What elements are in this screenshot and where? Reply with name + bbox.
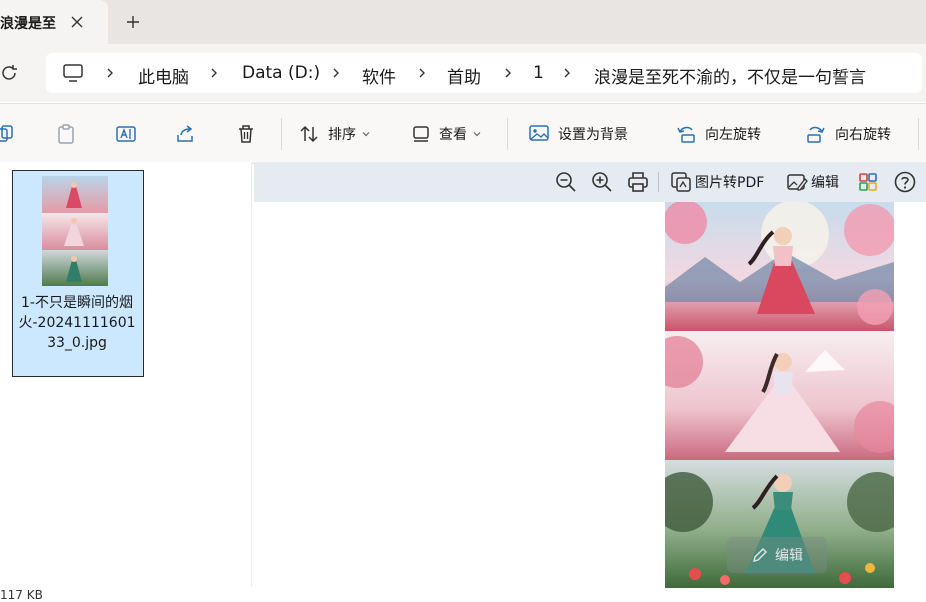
print-icon [628,172,648,192]
trash-icon [239,124,253,143]
chevron-right-icon[interactable] [104,67,116,79]
rotate-left-label: 向左旋转 [705,126,761,143]
chevron-right-icon[interactable] [502,67,514,79]
paste-icon [58,123,74,144]
rotate-right-label: 向右旋转 [835,126,891,143]
view-label: 查看 [439,126,467,143]
pdf-icon [671,172,691,192]
refresh-icon[interactable] [0,63,20,83]
apps-button[interactable] [857,162,879,202]
file-thumbnail [42,176,108,286]
file-name: 1-不只是瞬间的烟火-2024111160133_0.jpg [18,295,136,351]
help-button[interactable] [893,162,917,202]
breadcrumb-current[interactable]: 浪漫是至死不渝的，不仅是一句誓言 [594,63,914,88]
tab-title: 浪漫是至死不渝的，不仅是一句誓言 [0,16,56,32]
view-button[interactable]: 查看 [411,104,482,163]
breadcrumb-item[interactable]: Data (D:) [242,63,320,83]
close-icon[interactable] [66,11,88,33]
chevron-right-icon[interactable] [416,67,428,79]
chevron-right-icon[interactable] [561,67,573,79]
sort-icon [300,125,318,142]
chevron-right-icon[interactable] [208,67,220,79]
breadcrumb-item[interactable]: 此电脑 [138,63,189,88]
paste-button[interactable] [55,104,77,163]
edit-label: 编辑 [811,175,839,191]
image-icon [529,124,549,141]
preview-toolbar: 图片转PDF 编辑 [254,162,926,202]
rotate-right-icon [807,126,825,143]
zoom-out-icon [556,172,576,192]
zoom-in-button[interactable] [590,162,614,202]
help-icon [894,171,916,193]
copy-button[interactable] [0,104,16,163]
chevron-down-icon [362,131,370,136]
image-to-pdf-label: 图片转PDF [695,175,765,191]
command-bar: 排序 查看 设置为背景 向左旋转 向右旋转 [0,103,926,164]
delete-button[interactable] [235,104,257,163]
view-icon [413,125,429,142]
zoom-out-button[interactable] [554,162,578,202]
pencil-icon [753,548,767,562]
plus-icon[interactable] [122,11,144,33]
share-icon [177,124,193,142]
apps-grid-icon [859,173,877,191]
zoom-in-icon [592,172,612,192]
copy-icon [0,124,13,142]
edit-overlay-label: 编辑 [775,548,803,564]
edit-image-icon [787,174,808,191]
image-to-pdf-button[interactable]: 图片转PDF [670,162,764,202]
sort-button[interactable]: 排序 [298,104,371,163]
rename-icon [116,125,136,142]
chevron-down-icon [473,131,481,136]
divider [658,172,659,192]
edit-button[interactable]: 编辑 [786,162,839,202]
breadcrumb-item[interactable]: 软件 [362,63,396,88]
image-preview[interactable] [665,202,894,588]
sort-label: 排序 [328,126,356,143]
share-button[interactable] [175,104,197,163]
set-background-label: 设置为背景 [558,126,628,143]
divider [507,118,508,150]
breadcrumb-item[interactable]: 1 [533,63,544,83]
edit-overlay-button[interactable]: 编辑 [727,537,827,573]
divider [918,118,919,150]
breadcrumb-item[interactable]: 首助 [447,63,481,88]
print-button[interactable] [626,162,650,202]
set-background-button[interactable]: 设置为背景 [528,104,628,163]
rotate-left-button[interactable]: 向左旋转 [675,104,761,163]
rename-button[interactable] [115,104,137,163]
chevron-right-icon[interactable] [330,67,342,79]
divider [281,118,282,150]
rotate-right-button[interactable]: 向右旋转 [805,104,891,163]
computer-icon[interactable] [62,62,84,84]
address-bar[interactable]: 此电脑 Data (D:) 软件 首助 1 浪漫是至死不渝的，不仅是一句誓言 [46,53,922,93]
rotate-left-icon [677,126,695,143]
